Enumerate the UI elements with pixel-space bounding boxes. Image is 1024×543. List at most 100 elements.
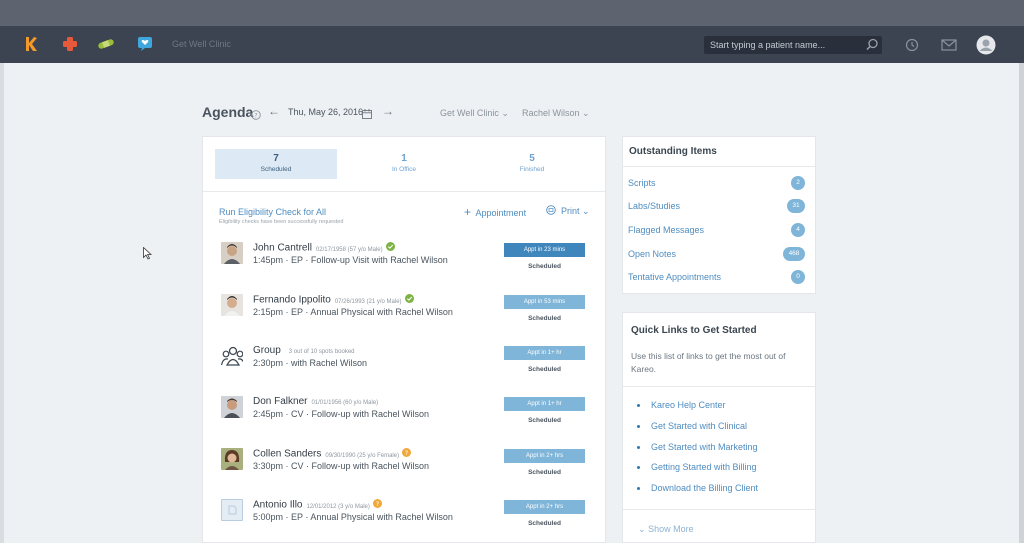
- page-title: Agenda: [202, 104, 254, 120]
- appointment-details: 3:30pm · CV · Follow-up with Rachel Wils…: [253, 461, 430, 471]
- kareo-logo-icon[interactable]: [22, 35, 40, 53]
- add-appointment-button[interactable]: + Appointment: [464, 205, 526, 219]
- mail-icon[interactable]: [939, 36, 959, 54]
- patient-photo: [221, 242, 243, 264]
- patient-name[interactable]: John Cantrell: [253, 243, 312, 254]
- appointment-status: Scheduled: [528, 417, 561, 424]
- divider: [203, 191, 605, 192]
- print-button[interactable]: Print ⌄: [546, 205, 590, 217]
- outstanding-item-open-notes[interactable]: Open Notes: [628, 249, 676, 259]
- patient-demographics: 12/01/2012 (3 y/o Male): [306, 503, 370, 510]
- quick-link-clinical[interactable]: Get Started with Clinical: [651, 421, 747, 431]
- appointment-row[interactable]: Collen Sanders 09/30/1990 (25 y/o Female)…: [219, 448, 589, 484]
- appointment-row[interactable]: Fernando Ippolito 07/26/1993 (21 y/o Male…: [219, 294, 589, 330]
- count-badge: 4: [791, 223, 805, 237]
- left-edge: [0, 63, 4, 543]
- outstanding-item-flagged-messages[interactable]: Flagged Messages: [628, 225, 704, 235]
- appointment-details: 1:45pm · EP · Follow-up Visit with Rache…: [253, 255, 448, 265]
- appointment-row[interactable]: John Cantrell 02/17/1958 (57 y/o Male) 1:…: [219, 242, 589, 278]
- quick-link-download-billing-client[interactable]: Download the Billing Client: [651, 483, 758, 493]
- appointment-details: 5:00pm · EP · Annual Physical with Rache…: [253, 512, 453, 522]
- divider: [623, 509, 815, 510]
- show-more-link[interactable]: ⌄ Show More: [638, 524, 694, 535]
- bullet-icon: [637, 487, 640, 490]
- bandage-icon[interactable]: [97, 35, 115, 53]
- group-spots-booked: 3 out of 10 spots booked: [288, 349, 355, 355]
- bullet-icon: [637, 466, 640, 469]
- quick-links-description: Use this list of links to get the most o…: [631, 351, 786, 374]
- appointment-details: 2:15pm · EP · Annual Physical with Rache…: [253, 307, 453, 317]
- provider-dropdown[interactable]: Rachel Wilson ⌄: [522, 108, 590, 119]
- appointment-status: Scheduled: [528, 366, 561, 373]
- warning-icon: ?: [372, 499, 382, 511]
- patient-photo: [221, 294, 243, 316]
- location-dropdown[interactable]: Get Well Clinic ⌄: [440, 108, 509, 119]
- appointment-time-badge[interactable]: Appt in 1+ hr: [504, 346, 585, 360]
- clinic-name: Get Well Clinic: [172, 39, 231, 49]
- scrollbar[interactable]: [1019, 63, 1024, 543]
- agenda-date[interactable]: Thu, May 26, 2016: [288, 107, 363, 117]
- appointment-row[interactable]: Group 3 out of 10 spots booked 2:30pm · w…: [219, 345, 589, 381]
- run-eligibility-link[interactable]: Run Eligibility Check for All: [219, 207, 326, 217]
- patient-name[interactable]: Don Falkner: [253, 396, 307, 407]
- appointment-time-badge[interactable]: Appt in 2+ hrs: [504, 500, 585, 514]
- appointment-details: 2:45pm · CV · Follow-up with Rachel Wils…: [253, 409, 430, 419]
- group-icon: [221, 345, 243, 367]
- next-day-arrow-icon[interactable]: →: [382, 104, 394, 118]
- tab-finished[interactable]: 5 Finished: [471, 149, 593, 179]
- appointment-row[interactable]: Antonio Illo 12/01/2012 (3 y/o Male)? 5:0…: [219, 499, 589, 535]
- eligibility-status-text: Eligibility checks have been successfull…: [219, 219, 344, 225]
- tab-in-office[interactable]: 1 In Office: [343, 149, 465, 179]
- patient-name[interactable]: Fernando Ippolito: [253, 295, 331, 306]
- outstanding-item-labs[interactable]: Labs/Studies: [628, 201, 680, 211]
- appointment-time-badge[interactable]: Appt in 2+ hrs: [504, 449, 585, 463]
- appointment-row[interactable]: Don Falkner 01/01/1956 (60 y/o Male) 2:45…: [219, 396, 589, 432]
- chevron-down-icon: ⌄: [638, 524, 646, 534]
- divider: [623, 386, 815, 387]
- tab-scheduled[interactable]: 7 Scheduled: [215, 149, 337, 179]
- history-icon[interactable]: [902, 36, 922, 54]
- patient-search-input[interactable]: [710, 36, 860, 54]
- svg-text:?: ?: [254, 113, 257, 120]
- patient-name[interactable]: Collen Sanders: [253, 449, 321, 460]
- appointment-time-badge[interactable]: Appt in 23 mins: [504, 243, 585, 257]
- appointment-details: 2:30pm · with Rachel Wilson: [253, 358, 368, 368]
- count-badge: 0: [791, 270, 805, 284]
- calendar-icon[interactable]: [362, 106, 372, 124]
- previous-day-arrow-icon[interactable]: ←: [268, 104, 280, 118]
- outstanding-items-card: [622, 136, 816, 294]
- outstanding-item-tentative[interactable]: Tentative Appointments: [628, 272, 721, 282]
- patient-name[interactable]: Group: [253, 345, 281, 356]
- chevron-down-icon: ⌄: [501, 108, 509, 118]
- chevron-down-icon: ⌄: [582, 108, 590, 118]
- bullet-icon: [637, 425, 640, 428]
- appointment-time-badge[interactable]: Appt in 1+ hr: [504, 397, 585, 411]
- appointment-status: Scheduled: [528, 315, 561, 322]
- patient-demographics: 07/26/1993 (21 y/o Male): [334, 298, 402, 305]
- heart-chat-icon[interactable]: [136, 35, 154, 53]
- appointment-status: Scheduled: [528, 520, 561, 527]
- mouse-cursor-icon: [143, 246, 153, 265]
- medical-cross-icon[interactable]: [61, 35, 79, 53]
- bullet-icon: [637, 446, 640, 449]
- patient-photo: [221, 448, 243, 470]
- patient-photo: [221, 396, 243, 418]
- quick-link-billing[interactable]: Getting Started with Billing: [651, 462, 757, 472]
- quick-link-help-center[interactable]: Kareo Help Center: [651, 400, 726, 410]
- outstanding-item-scripts[interactable]: Scripts: [628, 178, 656, 188]
- appointment-time-badge[interactable]: Appt in 53 mins: [504, 295, 585, 309]
- help-icon[interactable]: ?: [251, 107, 261, 125]
- quick-link-marketing[interactable]: Get Started with Marketing: [651, 442, 758, 452]
- window-titlebar: [0, 0, 1024, 26]
- user-avatar-icon[interactable]: [976, 35, 996, 55]
- svg-text:?: ?: [376, 500, 379, 508]
- outstanding-items-title: Outstanding Items: [629, 146, 717, 157]
- patient-photo-placeholder: [221, 499, 243, 521]
- patient-search[interactable]: [704, 36, 882, 54]
- patient-name[interactable]: Antonio Illo: [253, 500, 302, 511]
- patient-demographics: 01/01/1956 (60 y/o Male): [311, 400, 379, 406]
- count-badge: 468: [783, 247, 805, 261]
- patient-demographics: 02/17/1958 (57 y/o Male): [315, 246, 383, 253]
- patient-demographics: 09/30/1990 (25 y/o Female): [325, 452, 400, 459]
- search-icon[interactable]: [866, 38, 879, 56]
